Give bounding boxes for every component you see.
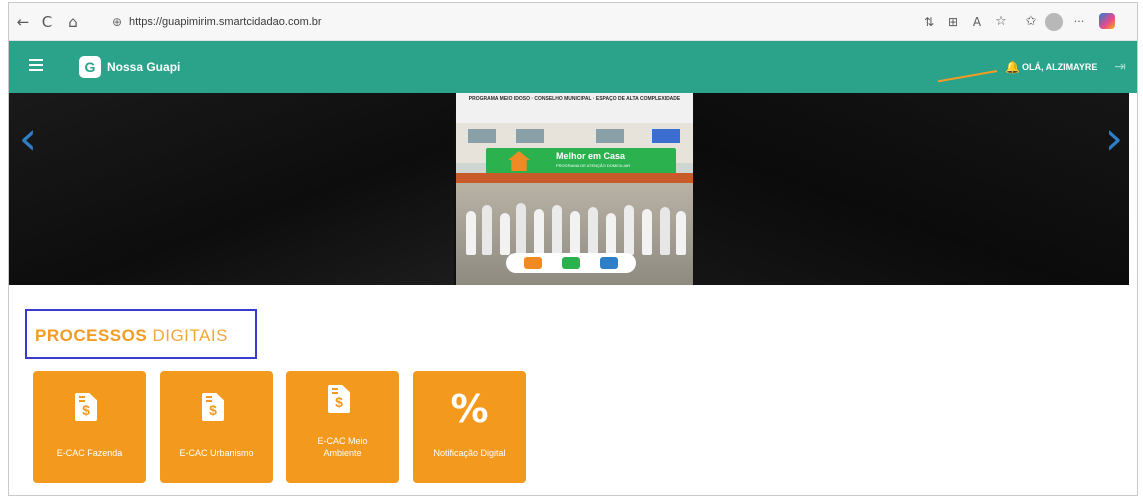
banner-person [570,211,580,255]
percent-icon: % [450,387,489,431]
card-ecac-fazenda[interactable]: $ E-CAC Fazenda [33,371,146,483]
banner-header-text: PROGRAMA MEIO IDOSO · CONSELHO MUNICIPAL… [468,96,681,102]
banner-window [596,129,624,143]
invoice-icon: $ [202,393,224,421]
section-title-strong: PROCESSOS [35,326,148,345]
app-header: Nossa Guapi 🔔 OLÁ, ALZIMAYRE ⇥ [9,41,1137,93]
invoice-icon-line [206,396,212,398]
section-highlight-box: PROCESSOS DIGITAIS [25,309,257,359]
invoice-icon-line [79,396,85,398]
carousel-background-right [694,93,1129,285]
brand-name: Nossa Guapi [107,60,181,74]
banner-sign-title: Melhor em Casa [556,151,626,161]
banner-image[interactable]: PROGRAMA MEIO IDOSO · CONSELHO MUNICIPAL… [456,93,693,285]
invoice-icon: $ [328,385,350,413]
refresh-icon[interactable]: C [37,12,57,32]
banner-sign-subtitle: PROGRAMA DE ATENÇÃO DOMICILIAR [556,163,631,168]
card-label: E-CAC Meio Ambiente [317,436,368,458]
banner-person [606,213,616,255]
card-label: Notificação Digital [433,448,506,458]
apps-icon[interactable]: ⊞ [943,12,963,32]
banner-carousel: ‹ › PROGRAMA MEIO IDOSO · CONSELHO MUNIC… [9,93,1129,285]
logo-badge-icon [79,56,101,78]
banner-person [624,205,634,255]
banner-window [516,129,544,143]
card-ecac-urbanismo[interactable]: $ E-CAC Urbanismo [160,371,273,483]
carousel-next-icon[interactable]: › [1099,113,1129,163]
banner-window [652,129,680,143]
annotation-arrow [937,70,998,83]
address-bar[interactable]: ⊕ https://guapimirim.smartcidadao.com.br [103,10,903,34]
banner-person [500,213,510,255]
more-icon[interactable]: ··· [1069,12,1089,32]
back-icon[interactable]: ← [13,12,33,32]
banner-window [468,129,496,143]
home-icon[interactable]: ⌂ [63,12,83,32]
banner-sponsor-strip [506,253,636,273]
browser-window: ← C ⌂ ⊕ https://guapimirim.smartcidadao.… [8,2,1138,496]
extensions-icon[interactable] [1045,13,1063,31]
invoice-icon-line [332,388,338,390]
bell-icon[interactable]: 🔔 [1005,60,1020,74]
favorites-list-icon[interactable]: ✩ [1021,12,1041,32]
browser-toolbar: ← C ⌂ ⊕ https://guapimirim.smartcidadao.… [9,3,1137,41]
carousel-background-left [9,93,454,285]
carousel-prev-icon[interactable]: ‹ [13,113,43,163]
copilot-icon[interactable] [1099,13,1115,29]
card-notificacao-digital[interactable]: % Notificação Digital [413,371,526,483]
dollar-sign: $ [335,394,343,410]
brand-logo[interactable]: Nossa Guapi [79,55,180,79]
banner-person [660,207,670,255]
banner-person [516,203,526,255]
card-label: E-CAC Urbanismo [179,448,254,458]
sponsor-logo-icon [562,257,580,269]
card-ecac-meio-ambiente[interactable]: $ E-CAC Meio Ambiente [286,371,399,483]
section-title: PROCESSOS DIGITAIS [35,327,228,345]
menu-icon[interactable] [29,59,43,73]
invoice-icon: $ [75,393,97,421]
read-aloud-icon[interactable]: ⇅ [919,12,939,32]
sponsor-logo-icon [524,257,542,269]
card-label: E-CAC Fazenda [56,448,123,458]
dollar-sign: $ [82,402,90,418]
banner-person [482,205,492,255]
text-size-icon[interactable]: A [967,12,987,32]
url-text[interactable]: https://guapimirim.smartcidadao.com.br [129,14,322,30]
favorite-icon[interactable]: ☆ [991,12,1011,32]
dollar-sign: $ [209,402,217,418]
logout-icon[interactable]: ⇥ [1111,58,1129,76]
lock-icon[interactable]: ⊕ [109,13,125,31]
banner-person [642,209,652,255]
banner-person [466,211,476,255]
banner-awning [456,173,693,183]
banner-person [676,211,686,255]
section-title-light: DIGITAIS [152,326,228,345]
banner-person [552,205,562,255]
sponsor-logo-icon [600,257,618,269]
user-greeting[interactable]: OLÁ, ALZIMAYRE [1022,61,1097,73]
banner-person [534,209,544,255]
banner-person [588,207,598,255]
